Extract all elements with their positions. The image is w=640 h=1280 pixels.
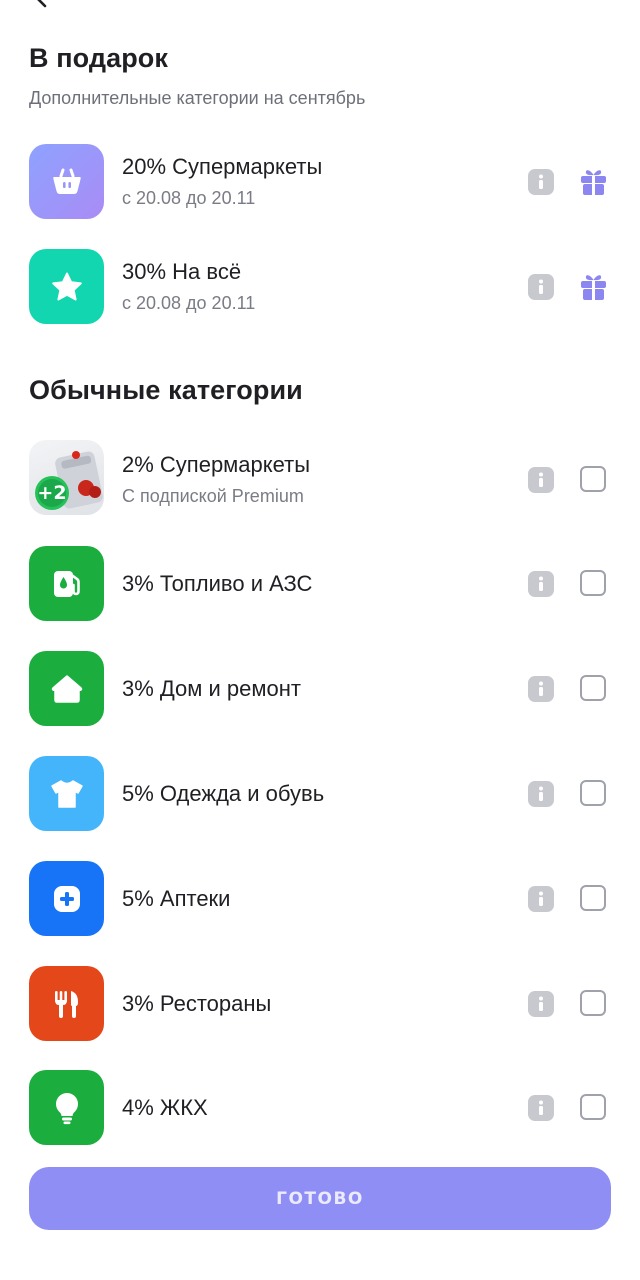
gift-category-row[interactable]: 30% На всё с 20.08 до 20.11 <box>0 247 640 327</box>
info-icon[interactable] <box>528 991 554 1017</box>
category-label: 20% Супермаркеты <box>122 154 323 179</box>
category-checkbox[interactable] <box>580 885 606 911</box>
info-icon[interactable] <box>528 274 554 300</box>
info-icon[interactable] <box>528 1095 554 1121</box>
category-row[interactable]: 3% Топливо и АЗС <box>0 544 640 624</box>
basket-icon <box>29 144 104 219</box>
house-icon <box>29 651 104 726</box>
category-label: 5% Аптеки <box>122 886 231 911</box>
category-label: 4% ЖКХ <box>122 1095 208 1120</box>
supermarket-promo-icon: +2 <box>29 440 104 515</box>
category-label: 5% Одежда и обувь <box>122 781 325 806</box>
category-row[interactable]: 4% ЖКХ <box>0 1068 640 1148</box>
lightbulb-icon <box>29 1070 104 1145</box>
chevron-left-icon <box>37 0 47 8</box>
gift-icon <box>580 167 607 195</box>
info-icon[interactable] <box>528 886 554 912</box>
category-checkbox[interactable] <box>580 780 606 806</box>
star-icon <box>29 249 104 324</box>
category-label: 2% Супермаркеты <box>122 452 311 477</box>
info-icon[interactable] <box>528 676 554 702</box>
regular-section-title: Обычные категории <box>29 375 303 405</box>
category-checkbox[interactable] <box>580 675 606 701</box>
tshirt-icon <box>29 756 104 831</box>
category-label: 3% Рестораны <box>122 991 272 1016</box>
category-period: с 20.08 до 20.11 <box>122 293 256 313</box>
category-row[interactable]: 5% Аптеки <box>0 859 640 939</box>
back-button[interactable] <box>30 0 52 8</box>
info-icon[interactable] <box>528 169 554 195</box>
category-checkbox[interactable] <box>580 990 606 1016</box>
category-label: 3% Топливо и АЗС <box>122 571 313 596</box>
category-row[interactable]: 3% Дом и ремонт <box>0 649 640 729</box>
info-icon[interactable] <box>528 467 554 493</box>
category-checkbox[interactable] <box>580 570 606 596</box>
plus-badge: +2 <box>37 482 67 504</box>
category-note: С подпиской Premium <box>122 486 304 506</box>
category-label: 3% Дом и ремонт <box>122 676 301 701</box>
category-row[interactable]: 5% Одежда и обувь <box>0 754 640 834</box>
done-button[interactable]: ГОТОВО <box>29 1167 611 1230</box>
gifts-section-title: В подарок <box>29 43 168 73</box>
gifts-section-subtitle: Дополнительные категории на сентябрь <box>29 88 366 108</box>
category-period: с 20.08 до 20.11 <box>122 188 256 208</box>
category-checkbox[interactable] <box>580 466 606 492</box>
gift-category-row[interactable]: 20% Супермаркеты с 20.08 до 20.11 <box>0 142 640 222</box>
fuel-icon <box>29 546 104 621</box>
cutlery-icon <box>29 966 104 1041</box>
info-icon[interactable] <box>528 571 554 597</box>
category-checkbox[interactable] <box>580 1094 606 1120</box>
category-row[interactable]: 3% Рестораны <box>0 964 640 1044</box>
info-icon[interactable] <box>528 781 554 807</box>
gift-icon <box>580 272 607 300</box>
category-label: 30% На всё <box>122 259 242 284</box>
pharmacy-cross-icon <box>29 861 104 936</box>
category-row[interactable]: +2 2% Супермаркеты С подпиской Premium <box>0 438 640 518</box>
